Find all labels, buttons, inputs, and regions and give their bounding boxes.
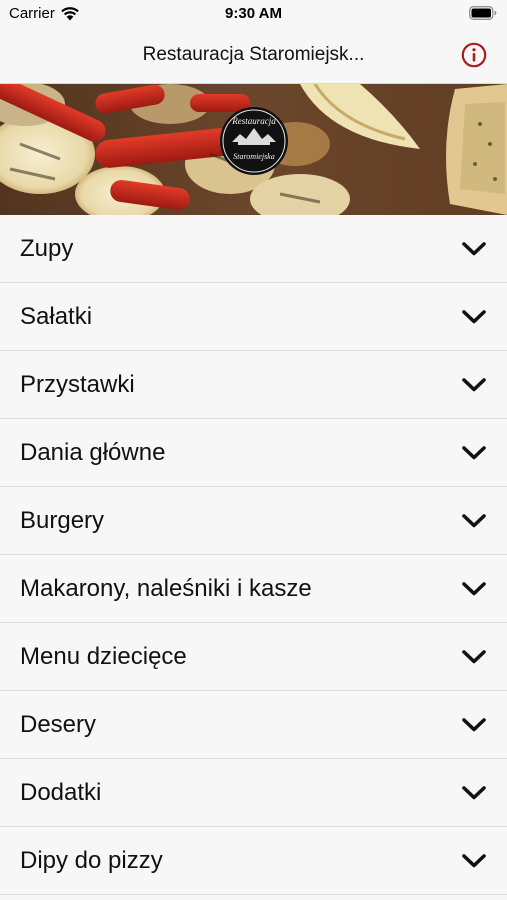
category-row-makarony[interactable]: Makarony, naleśniki i kasze — [0, 555, 507, 623]
category-label: Przystawki — [20, 370, 135, 398]
page-title: Restauracja Staromiejsk... — [142, 44, 365, 65]
status-time: 9:30 AM — [225, 5, 282, 22]
category-row-dipy-do-pizzy[interactable]: Dipy do pizzy — [0, 827, 507, 895]
category-label: Dania główne — [20, 438, 166, 466]
chevron-down-icon — [462, 377, 486, 391]
chevron-down-icon — [462, 309, 486, 323]
chevron-down-icon — [462, 853, 486, 867]
logo-text-top: Restauracja — [231, 116, 276, 126]
status-bar: Carrier 9:30 AM — [0, 0, 507, 27]
restaurant-logo: Restauracja Staromiejska — [220, 107, 288, 175]
logo-text-bottom: Staromiejska — [233, 152, 274, 161]
chevron-down-icon — [462, 785, 486, 799]
category-row-zupy[interactable]: Zupy — [0, 215, 507, 283]
chevron-down-icon — [462, 581, 486, 595]
category-label: Dodatki — [20, 778, 102, 806]
battery-icon — [469, 6, 497, 20]
chevron-down-icon — [462, 649, 486, 663]
category-row-dania-glowne[interactable]: Dania główne — [0, 419, 507, 487]
category-label: Makarony, naleśniki i kasze — [20, 574, 312, 602]
category-label: Burgery — [20, 506, 105, 534]
chevron-down-icon — [462, 513, 486, 527]
chevron-down-icon — [462, 445, 486, 459]
header-banner-image: Restauracja Staromiejska — [0, 84, 507, 215]
category-row-dodatki[interactable]: Dodatki — [0, 759, 507, 827]
chevron-down-icon — [462, 717, 486, 731]
category-label: Menu dziecięce — [20, 642, 187, 670]
category-label: Zupy — [20, 234, 74, 262]
category-row-desery[interactable]: Desery — [0, 691, 507, 759]
category-label: Dipy do pizzy — [20, 846, 163, 874]
category-row-salatki[interactable]: Sałatki — [0, 283, 507, 351]
category-list: Zupy Sałatki Przystawki Dania główne Bur… — [0, 215, 507, 895]
category-label: Sałatki — [20, 302, 93, 330]
navigation-bar: Restauracja Staromiejsk... — [0, 27, 507, 84]
category-row-menu-dzieciece[interactable]: Menu dziecięce — [0, 623, 507, 691]
info-circle-icon[interactable] — [461, 42, 487, 68]
grilled-vegetables-photo: Restauracja Staromiejska — [0, 84, 507, 215]
chevron-down-icon — [462, 241, 486, 255]
category-label: Desery — [20, 710, 97, 738]
category-row-przystawki[interactable]: Przystawki — [0, 351, 507, 419]
category-row-burgery[interactable]: Burgery — [0, 487, 507, 555]
